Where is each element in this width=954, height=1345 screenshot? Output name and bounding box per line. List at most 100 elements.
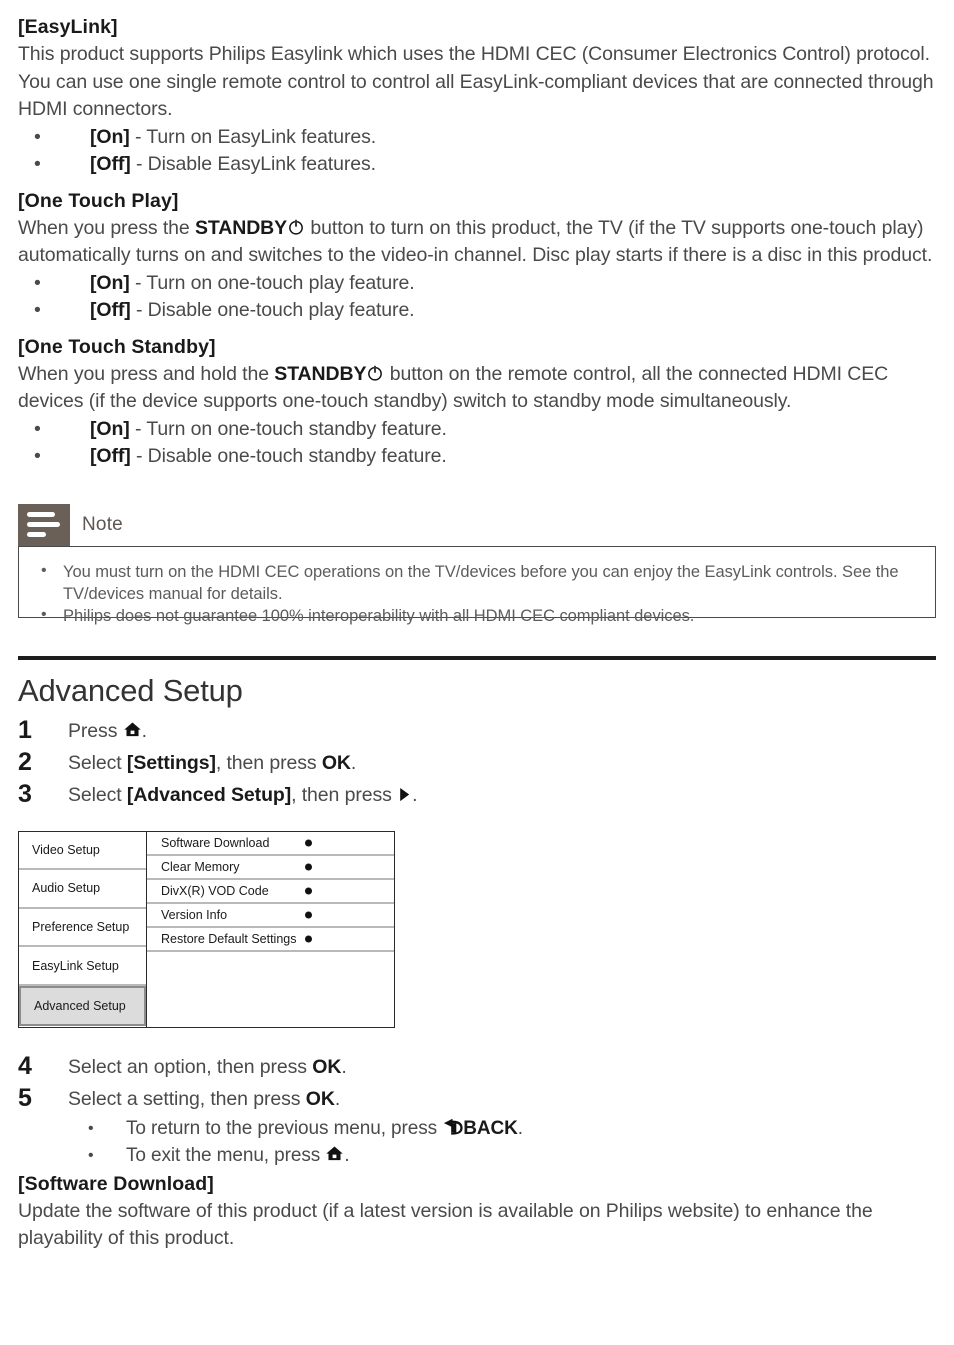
one-touch-standby-heading: [One Touch Standby]	[18, 335, 216, 358]
list-item: • [On] - Turn on one-touch play feature.	[18, 270, 936, 298]
step-text-post: .	[350, 751, 357, 774]
note-box: Note • You must turn on the HDMI CEC oper…	[18, 503, 936, 625]
one-touch-standby-body: When you press and hold the STANDBY butt…	[18, 361, 936, 416]
osd-menu-item-label: Audio Setup	[32, 881, 101, 896]
osd-option-dot-icon	[305, 863, 312, 870]
osd-right-column: Software Download Clear Memory DivX(R) V…	[147, 832, 394, 1027]
section-one-touch-play: [One Touch Play] When you press the STAN…	[18, 190, 936, 325]
list-item: • [On] - Turn on one-touch standby featur…	[18, 416, 936, 444]
list-item: 2 Select [Settings], then press OK.	[18, 747, 936, 779]
ok-key-label: OK	[312, 1055, 342, 1078]
step-number: 1	[18, 715, 32, 744]
list-item: • [Off] - Disable one-touch standby featu…	[18, 443, 936, 471]
option-label: [Off]	[90, 299, 131, 321]
sub-bullet-text: To return to the previous menu, press	[126, 1117, 443, 1139]
section-divider-rule	[18, 655, 936, 660]
osd-menu-item-label: Advanced Setup	[34, 999, 126, 1014]
step-number: 3	[18, 779, 32, 808]
osd-menu-item-audio-setup[interactable]: Audio Setup	[19, 870, 146, 909]
osd-menu-diagram: Video Setup Audio Setup Preference Setup…	[18, 830, 395, 1028]
osd-menu-item-advanced-setup[interactable]: Advanced Setup	[19, 985, 146, 1027]
list-item: 4 Select an option, then press OK.	[18, 1051, 936, 1083]
step-text: Select an option, then press	[68, 1055, 313, 1078]
step-text: Press	[68, 719, 123, 742]
bullet-icon: •	[41, 561, 47, 579]
one-touch-play-body: When you press the STANDBY button to tur…	[18, 215, 936, 270]
power-standby-icon	[366, 364, 384, 382]
step-text: Select	[68, 783, 127, 806]
osd-option-dot-icon	[305, 911, 312, 918]
osd-option-spacer	[147, 952, 394, 976]
step-text-mid: , then press	[291, 783, 398, 806]
step-number: 5	[18, 1083, 32, 1112]
sub-bullet-post: .	[517, 1117, 523, 1139]
step-5-sub-bullets: • To return to the previous menu, press B…	[68, 1115, 936, 1169]
bullet-icon: •	[34, 417, 41, 440]
list-item: • To exit the menu, press .	[68, 1142, 936, 1169]
osd-option-version-info[interactable]: Version Info	[147, 904, 394, 928]
step-number: 4	[18, 1051, 32, 1080]
page-title: Advanced Setup	[18, 672, 243, 708]
easylink-options: • [On] - Turn on EasyLink features. • [Off…	[18, 124, 936, 179]
option-desc: - Turn on EasyLink features.	[129, 125, 377, 148]
note-title: Note	[82, 513, 123, 535]
easylink-body: This product supports Philips Easylink w…	[18, 43, 934, 120]
list-item: • Philips does not guarantee 100% interop…	[35, 605, 919, 627]
osd-option-dot-icon	[305, 935, 312, 942]
body-text-a: When you press the	[18, 216, 195, 239]
ok-key-label: OK	[321, 751, 351, 774]
body-text-a: When you press and hold the	[18, 362, 275, 385]
option-label: [On]	[90, 125, 130, 148]
section-one-touch-standby: [One Touch Standby] When you press and h…	[18, 336, 936, 471]
advanced-setup-steps-1: 1 Press . 2 Select [Settings], then pres…	[18, 715, 936, 811]
bullet-icon: •	[34, 299, 41, 321]
bullet-icon: •	[88, 1119, 94, 1137]
option-desc: - Turn on one-touch play feature.	[129, 271, 415, 294]
osd-option-label: Version Info	[161, 907, 228, 922]
power-standby-icon	[287, 218, 305, 236]
sub-bullet-text: To exit the menu, press	[126, 1144, 326, 1166]
option-label: [Off]	[90, 445, 131, 467]
option-desc: - Disable EasyLink features.	[130, 153, 376, 175]
osd-option-clear-memory[interactable]: Clear Memory	[147, 856, 394, 880]
osd-option-divx-vod-code[interactable]: DivX(R) VOD Code	[147, 880, 394, 904]
back-key-label: BACK	[463, 1117, 518, 1139]
bullet-icon: •	[34, 445, 41, 467]
note-item-text: You must turn on the HDMI CEC operations…	[63, 562, 899, 603]
note-icon-bar	[27, 531, 46, 538]
note-header: Note	[18, 503, 936, 546]
osd-menu-item-video-setup[interactable]: Video Setup	[19, 832, 146, 871]
osd-option-dot-icon	[305, 839, 312, 846]
osd-menu-item-preference-setup[interactable]: Preference Setup	[19, 909, 146, 948]
one-touch-play-heading: [One Touch Play]	[18, 189, 179, 212]
standby-key-label: STANDBY	[194, 216, 288, 239]
advanced-setup-steps-2: 4 Select an option, then press OK. 5 Sel…	[18, 1051, 936, 1169]
osd-menu-item-label: Video Setup	[32, 842, 100, 857]
osd-menu-item-label: EasyLink Setup	[32, 958, 119, 973]
list-item: 3 Select [Advanced Setup], then press .	[18, 779, 936, 811]
note-list: • You must turn on the HDMI CEC operation…	[35, 561, 919, 627]
bullet-icon: •	[41, 605, 47, 623]
home-icon	[325, 1144, 344, 1163]
list-item: • [Off] - Disable EasyLink features.	[18, 151, 936, 179]
bullet-icon: •	[88, 1146, 94, 1164]
option-label: [On]	[90, 271, 130, 294]
note-icon	[18, 503, 70, 546]
note-icon-bar	[27, 521, 60, 528]
note-body: • You must turn on the HDMI CEC operation…	[18, 545, 936, 625]
list-item: • To return to the previous menu, press B…	[68, 1115, 936, 1142]
step-text-post: .	[334, 1087, 341, 1110]
step-text-mid: , then press	[215, 751, 322, 774]
osd-option-label: Clear Memory	[161, 859, 240, 874]
osd-menu-item-easylink-setup[interactable]: EasyLink Setup	[19, 947, 146, 986]
osd-option-restore-default-settings[interactable]: Restore Default Settings	[147, 928, 394, 952]
section-software-download: [Software Download] Update the software …	[18, 1173, 936, 1253]
osd-left-column: Video Setup Audio Setup Preference Setup…	[19, 831, 147, 1027]
osd-option-software-download[interactable]: Software Download	[147, 832, 394, 856]
step-text-post: .	[341, 1055, 347, 1078]
note-item-text: Philips does not guarantee 100% interope…	[63, 606, 695, 625]
document-page: [EasyLink] This product supports Philips…	[0, 0, 954, 1345]
list-item: • [Off] - Disable one-touch play feature.	[18, 297, 936, 325]
one-touch-play-options: • [On] - Turn on one-touch play feature. …	[18, 270, 936, 325]
step-number: 2	[18, 747, 32, 776]
